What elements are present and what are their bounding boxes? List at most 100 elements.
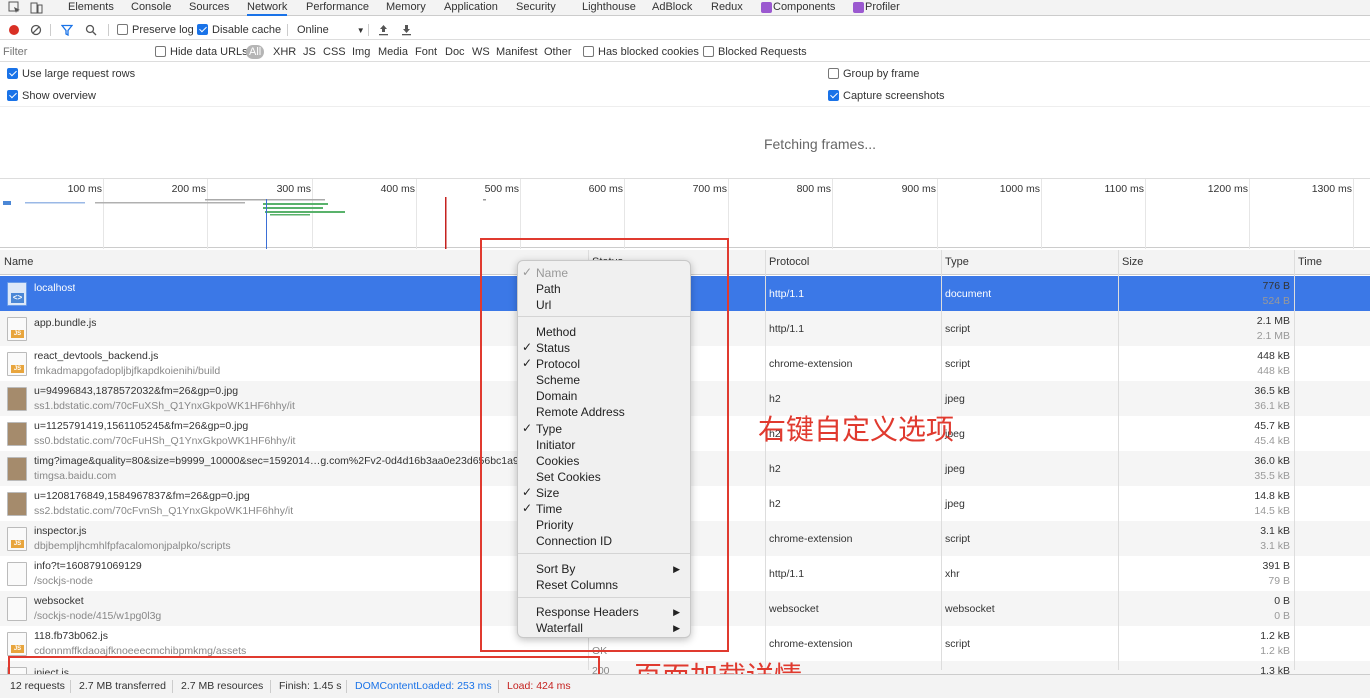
- filter-type-font[interactable]: Font: [415, 45, 437, 59]
- column-divider: [765, 250, 766, 670]
- request-protocol: websocket: [769, 603, 819, 615]
- tab-console[interactable]: Console: [131, 0, 171, 16]
- request-size: 14.8 kB: [1254, 490, 1290, 502]
- request-name: websocket: [34, 595, 84, 607]
- request-size: 0 B: [1274, 595, 1290, 607]
- tab-sources[interactable]: Sources: [189, 0, 229, 16]
- request-path: ss1.bdstatic.com/70cFuXSh_Q1YnxGkpoWK1HF…: [34, 400, 295, 412]
- image-file-icon: [7, 387, 27, 411]
- hide-data-urls-checkbox[interactable]: Hide data URLs: [155, 45, 248, 59]
- blocked-requests-checkbox[interactable]: Blocked Requests: [703, 45, 807, 59]
- tab-profiler[interactable]: Profiler: [865, 0, 900, 16]
- checkbox-box[interactable]: [7, 90, 18, 101]
- tab-application[interactable]: Application: [444, 0, 498, 16]
- request-type: websocket: [945, 603, 995, 615]
- large-rows-checkbox[interactable]: Use large request rows: [7, 66, 135, 82]
- show-overview-checkbox[interactable]: Show overview: [7, 88, 96, 104]
- tab-components[interactable]: Components: [773, 0, 835, 16]
- tab-lighthouse[interactable]: Lighthouse: [582, 0, 636, 16]
- throttle-value: Online: [297, 24, 329, 36]
- react-profiler-icon: [853, 2, 864, 13]
- request-type: script: [945, 638, 971, 650]
- capture-screenshots-checkbox[interactable]: Capture screenshots: [828, 88, 945, 104]
- request-name: react_devtools_backend.js: [34, 350, 159, 362]
- request-type: script: [945, 358, 971, 370]
- tab-performance[interactable]: Performance: [306, 0, 369, 16]
- request-protocol: h2: [769, 463, 781, 475]
- tab-memory[interactable]: Memory: [386, 0, 426, 16]
- column-divider: [941, 250, 942, 670]
- inspect-element-icon[interactable]: [8, 1, 21, 14]
- filter-type-xhr[interactable]: XHR: [273, 45, 296, 59]
- toolbar-divider: [287, 24, 288, 36]
- request-size: 3.1 kB: [1260, 525, 1290, 537]
- toolbar-divider: [108, 24, 109, 36]
- filter-type-all[interactable]: All: [246, 45, 265, 59]
- react-components-icon: [761, 2, 772, 13]
- request-size: 448 kB: [1257, 350, 1290, 362]
- filter-type-manifest[interactable]: Manifest: [496, 45, 538, 59]
- checkbox-box[interactable]: [703, 46, 714, 57]
- throttle-select[interactable]: Online ▼: [297, 20, 365, 40]
- request-path: fmkadmapgofadopljbjfkapdkoienihi/build: [34, 365, 221, 377]
- image-file-icon: [7, 457, 27, 481]
- column-header-protocol[interactable]: Protocol: [765, 250, 809, 275]
- request-resource-size: 35.5 kB: [1254, 470, 1290, 482]
- checkbox-box[interactable]: [828, 90, 839, 101]
- request-size: 36.5 kB: [1254, 385, 1290, 397]
- checkbox-box[interactable]: [155, 46, 166, 57]
- tab-elements[interactable]: Elements: [68, 0, 114, 16]
- request-size: 776 B: [1262, 280, 1290, 292]
- request-path: timgsa.baidu.com: [34, 470, 117, 482]
- request-resource-size: 0 B: [1274, 610, 1290, 622]
- export-har-icon[interactable]: [401, 24, 412, 39]
- tab-network[interactable]: Network: [247, 0, 288, 16]
- column-divider: [1118, 250, 1119, 670]
- filter-type-other[interactable]: Other: [544, 45, 572, 59]
- filter-type-ws[interactable]: WS: [472, 45, 490, 59]
- filter-type-js[interactable]: JS: [303, 45, 316, 59]
- tab-security[interactable]: Security: [516, 0, 556, 16]
- disable-cache-checkbox[interactable]: Disable cache: [197, 20, 281, 40]
- clear-icon[interactable]: [30, 24, 42, 39]
- filter-type-css[interactable]: CSS: [323, 45, 346, 59]
- column-header-name[interactable]: Name: [0, 250, 33, 275]
- column-header-size[interactable]: Size: [1118, 250, 1143, 275]
- checkbox-box[interactable]: [117, 24, 128, 35]
- search-icon[interactable]: [85, 24, 97, 39]
- request-type: jpeg: [945, 463, 965, 475]
- checkbox-box[interactable]: [583, 46, 594, 57]
- filter-type-img[interactable]: Img: [352, 45, 370, 59]
- resources-size: 2.7 MB resources: [181, 680, 264, 692]
- html-document-icon: <>: [7, 282, 27, 306]
- disable-cache-label: Disable cache: [212, 24, 282, 36]
- filter-icon[interactable]: [60, 24, 74, 39]
- status-divider: [346, 680, 347, 693]
- checkbox-box[interactable]: [197, 24, 208, 35]
- request-name: u=1208176849,1584967837&fm=26&gp=0.jpg: [34, 490, 250, 502]
- tab-redux[interactable]: Redux: [711, 0, 743, 16]
- checkbox-box[interactable]: [7, 68, 18, 79]
- file-icon-label: JS: [11, 645, 24, 653]
- request-resource-size: 3.1 kB: [1260, 540, 1290, 552]
- checkbox-box[interactable]: [828, 68, 839, 79]
- devtools-tab-bar: Elements Console Sources Network Perform…: [0, 0, 1370, 16]
- filter-input[interactable]: [3, 44, 143, 60]
- request-type: jpeg: [945, 393, 965, 405]
- column-header-time[interactable]: Time: [1294, 250, 1322, 275]
- request-name: u=1125791419,1561105245&fm=26&gp=0.jpg: [34, 420, 249, 432]
- record-icon[interactable]: [9, 25, 19, 35]
- preserve-log-checkbox[interactable]: Preserve log: [117, 20, 194, 40]
- device-toolbar-icon[interactable]: [30, 1, 43, 14]
- request-protocol: http/1.1: [769, 323, 805, 335]
- group-by-frame-checkbox[interactable]: Group by frame: [828, 66, 919, 82]
- request-path: ss0.bdstatic.com/70cFuHSh_Q1YnxGkpoWK1HF…: [34, 435, 296, 447]
- column-header-type[interactable]: Type: [941, 250, 969, 275]
- blocked-cookies-label: Has blocked cookies: [598, 46, 699, 58]
- filter-type-media[interactable]: Media: [378, 45, 408, 59]
- blocked-cookies-checkbox[interactable]: Has blocked cookies: [583, 45, 699, 59]
- filter-type-doc[interactable]: Doc: [445, 45, 465, 59]
- tab-adblock[interactable]: AdBlock: [652, 0, 692, 16]
- annotation-menu-note: 右键自定义选项: [758, 413, 955, 446]
- import-har-icon[interactable]: [378, 24, 389, 39]
